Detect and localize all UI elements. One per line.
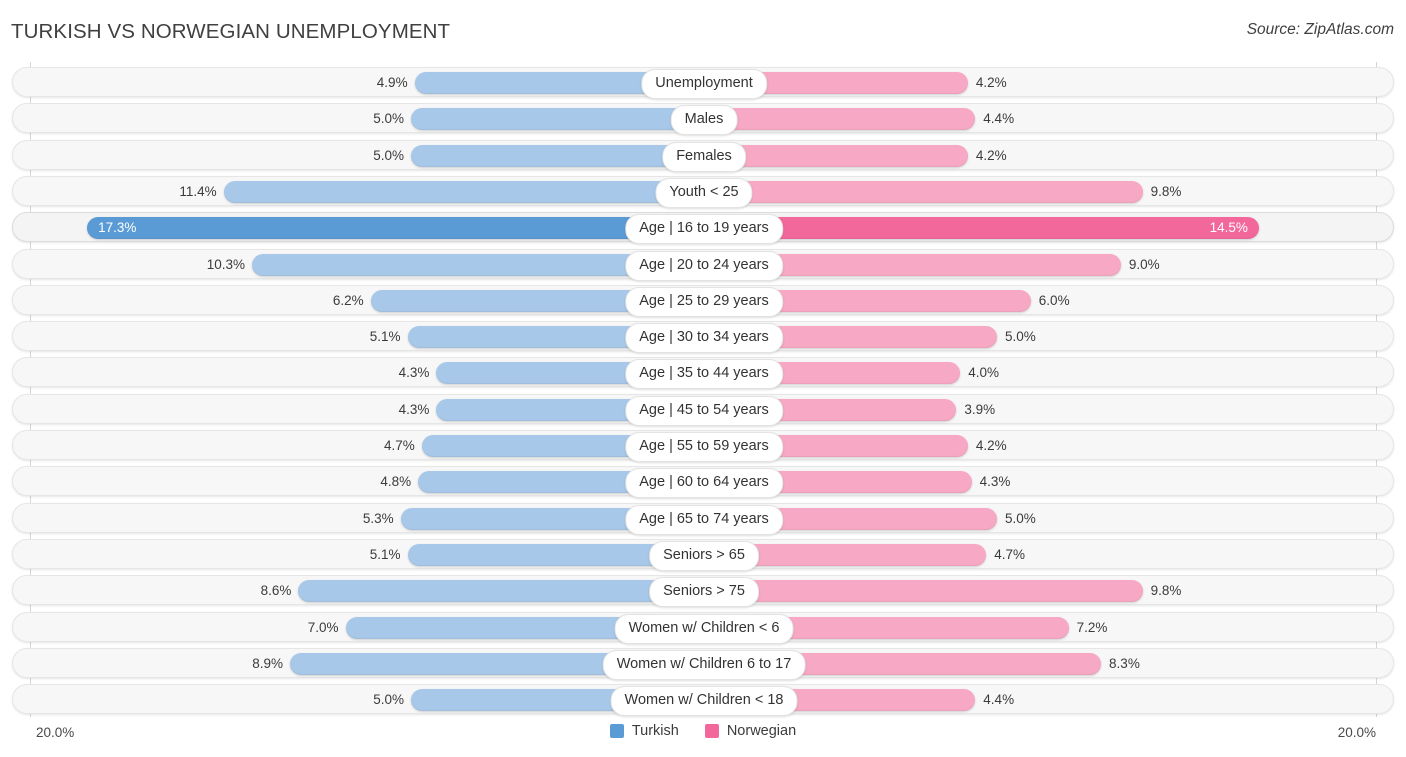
value-label-turkish: 4.8% — [380, 474, 412, 490]
value-label-norwegian: 9.8% — [1150, 583, 1182, 599]
category-label: Seniors > 65 — [649, 540, 759, 571]
chart-row[interactable]: 8.6% 9.8% Seniors > 75 — [12, 575, 1394, 608]
category-label: Women w/ Children < 18 — [610, 686, 798, 717]
value-label-norwegian: 4.4% — [983, 692, 1015, 708]
category-label: Age | 45 to 54 years — [625, 395, 783, 426]
category-label: Youth < 25 — [655, 177, 753, 208]
legend-swatch-icon — [704, 724, 719, 738]
value-label-norwegian: 9.0% — [1128, 256, 1160, 272]
category-label: Age | 16 to 19 years — [625, 214, 783, 245]
chart-row[interactable]: 5.0% 4.4% Women w/ Children < 18 — [12, 684, 1394, 717]
legend-item-turkish[interactable]: Turkish — [609, 723, 679, 739]
category-label: Age | 65 to 74 years — [625, 504, 783, 535]
value-label-turkish: 7.0% — [307, 619, 339, 635]
value-label-turkish: 10.3% — [206, 256, 246, 272]
value-label-turkish: 11.4% — [179, 183, 217, 199]
category-label: Age | 60 to 64 years — [625, 468, 783, 499]
bar-turkish[interactable] — [223, 180, 704, 203]
chart-row[interactable]: 4.9% 4.2% Unemployment — [12, 67, 1394, 99]
value-label-norwegian: 4.0% — [968, 365, 999, 381]
category-label: Males — [670, 105, 738, 136]
chart-row[interactable]: 5.0% 4.2% Females — [12, 139, 1394, 172]
value-label-turkish: 4.3% — [398, 365, 430, 381]
bar-turkish[interactable] — [298, 580, 704, 603]
value-label-norwegian: 4.2% — [975, 75, 1007, 90]
category-label: Females — [662, 141, 746, 172]
chart-row[interactable]: 17.3% 14.5% Age | 16 to 19 years — [12, 212, 1394, 245]
chart-plot-area: 4.9% 4.2% Unemployment 5.0% 4.4% Males 5.0% 4.2… — [0, 62, 1406, 717]
value-label-norwegian: 4.3% — [979, 474, 1011, 490]
bar-turkish[interactable] — [411, 144, 704, 167]
chart-row[interactable]: 5.1% 4.7% Seniors > 65 — [12, 538, 1394, 571]
chart-row[interactable]: 7.0% 7.2% Women w/ Children < 6 — [12, 611, 1394, 644]
bar-norwegian[interactable] — [704, 217, 1259, 240]
chart-row[interactable]: 8.9% 8.3% Women w/ Children 6 to 17 — [12, 647, 1394, 680]
value-label-turkish: 8.6% — [260, 583, 292, 599]
value-label-turkish: 5.1% — [369, 546, 401, 562]
value-label-turkish: 5.0% — [373, 692, 405, 708]
category-label: Seniors > 75 — [649, 577, 759, 608]
value-label-norwegian: 4.2% — [975, 438, 1007, 453]
value-label-norwegian: 5.0% — [1004, 510, 1036, 526]
value-label-turkish: 4.3% — [398, 401, 430, 417]
value-label-norwegian: 6.0% — [1038, 292, 1070, 308]
category-label: Age | 25 to 29 years — [625, 286, 783, 317]
chart-header: TURKISH VS NORWEGIAN UNEMPLOYMENT Source… — [0, 0, 1406, 60]
bar-norwegian[interactable] — [704, 180, 1143, 203]
chart-row[interactable]: 4.3% 4.0% Age | 35 to 44 years — [12, 357, 1394, 390]
category-label: Women w/ Children < 6 — [614, 613, 794, 644]
category-label: Age | 20 to 24 years — [625, 250, 783, 281]
bar-turkish[interactable] — [411, 108, 704, 131]
value-label-norwegian: 4.4% — [983, 111, 1015, 127]
chart-row[interactable]: 4.7% 4.2% Age | 55 to 59 years — [12, 430, 1394, 462]
value-label-turkish: 5.0% — [373, 111, 405, 127]
bar-norwegian[interactable] — [704, 108, 976, 131]
value-label-turkish: 17.3% — [98, 220, 137, 236]
legend-item-norwegian[interactable]: Norwegian — [704, 723, 797, 739]
bar-turkish[interactable] — [87, 217, 704, 240]
source-attribution: Source: ZipAtlas.com — [1246, 21, 1394, 38]
value-label-norwegian: 8.3% — [1109, 655, 1140, 671]
legend-label: Turkish — [631, 723, 679, 739]
category-label: Age | 55 to 59 years — [625, 432, 783, 462]
value-label-norwegian: 3.9% — [964, 401, 996, 417]
value-label-norwegian: 4.7% — [994, 546, 1026, 562]
chart-footer: 20.0% 20.0% Turkish Norwegian — [0, 717, 1406, 757]
value-label-turkish: 5.0% — [373, 147, 405, 163]
category-label: Age | 35 to 44 years — [625, 359, 783, 390]
chart-row[interactable]: 10.3% 9.0% Age | 20 to 24 years — [12, 248, 1394, 281]
page-title: TURKISH VS NORWEGIAN UNEMPLOYMENT — [11, 20, 451, 43]
bar-norwegian[interactable] — [704, 580, 1143, 603]
chart-row[interactable]: 4.8% 4.3% Age | 60 to 64 years — [12, 466, 1394, 499]
chart-legend: Turkish Norwegian — [0, 723, 1406, 739]
value-label-turkish: 6.2% — [332, 292, 364, 308]
value-label-norwegian: 9.8% — [1150, 183, 1182, 199]
value-label-turkish: 4.7% — [383, 438, 415, 453]
value-label-turkish: 8.9% — [252, 655, 283, 671]
value-label-turkish: 5.1% — [369, 329, 401, 345]
value-label-turkish: 5.3% — [362, 510, 394, 526]
value-label-turkish: 4.9% — [376, 75, 408, 90]
chart-row[interactable]: 5.0% 4.4% Males — [12, 103, 1394, 136]
legend-label: Norwegian — [726, 723, 797, 739]
chart-row[interactable]: 5.3% 5.0% Age | 65 to 74 years — [12, 502, 1394, 535]
value-label-norwegian: 4.2% — [975, 147, 1007, 163]
category-label: Women w/ Children 6 to 17 — [602, 649, 806, 680]
legend-swatch-icon — [609, 724, 624, 738]
chart-row[interactable]: 5.1% 5.0% Age | 30 to 34 years — [12, 321, 1394, 354]
value-label-norwegian: 7.2% — [1076, 619, 1108, 635]
value-label-norwegian: 14.5% — [1209, 220, 1248, 236]
chart-row[interactable]: 6.2% 6.0% Age | 25 to 29 years — [12, 284, 1394, 317]
value-label-norwegian: 5.0% — [1004, 329, 1036, 345]
category-label: Unemployment — [641, 69, 767, 99]
category-label: Age | 30 to 34 years — [625, 323, 783, 354]
chart-row[interactable]: 4.3% 3.9% Age | 45 to 54 years — [12, 393, 1394, 426]
chart-row[interactable]: 11.4% 9.8% Youth < 25 — [12, 175, 1394, 208]
